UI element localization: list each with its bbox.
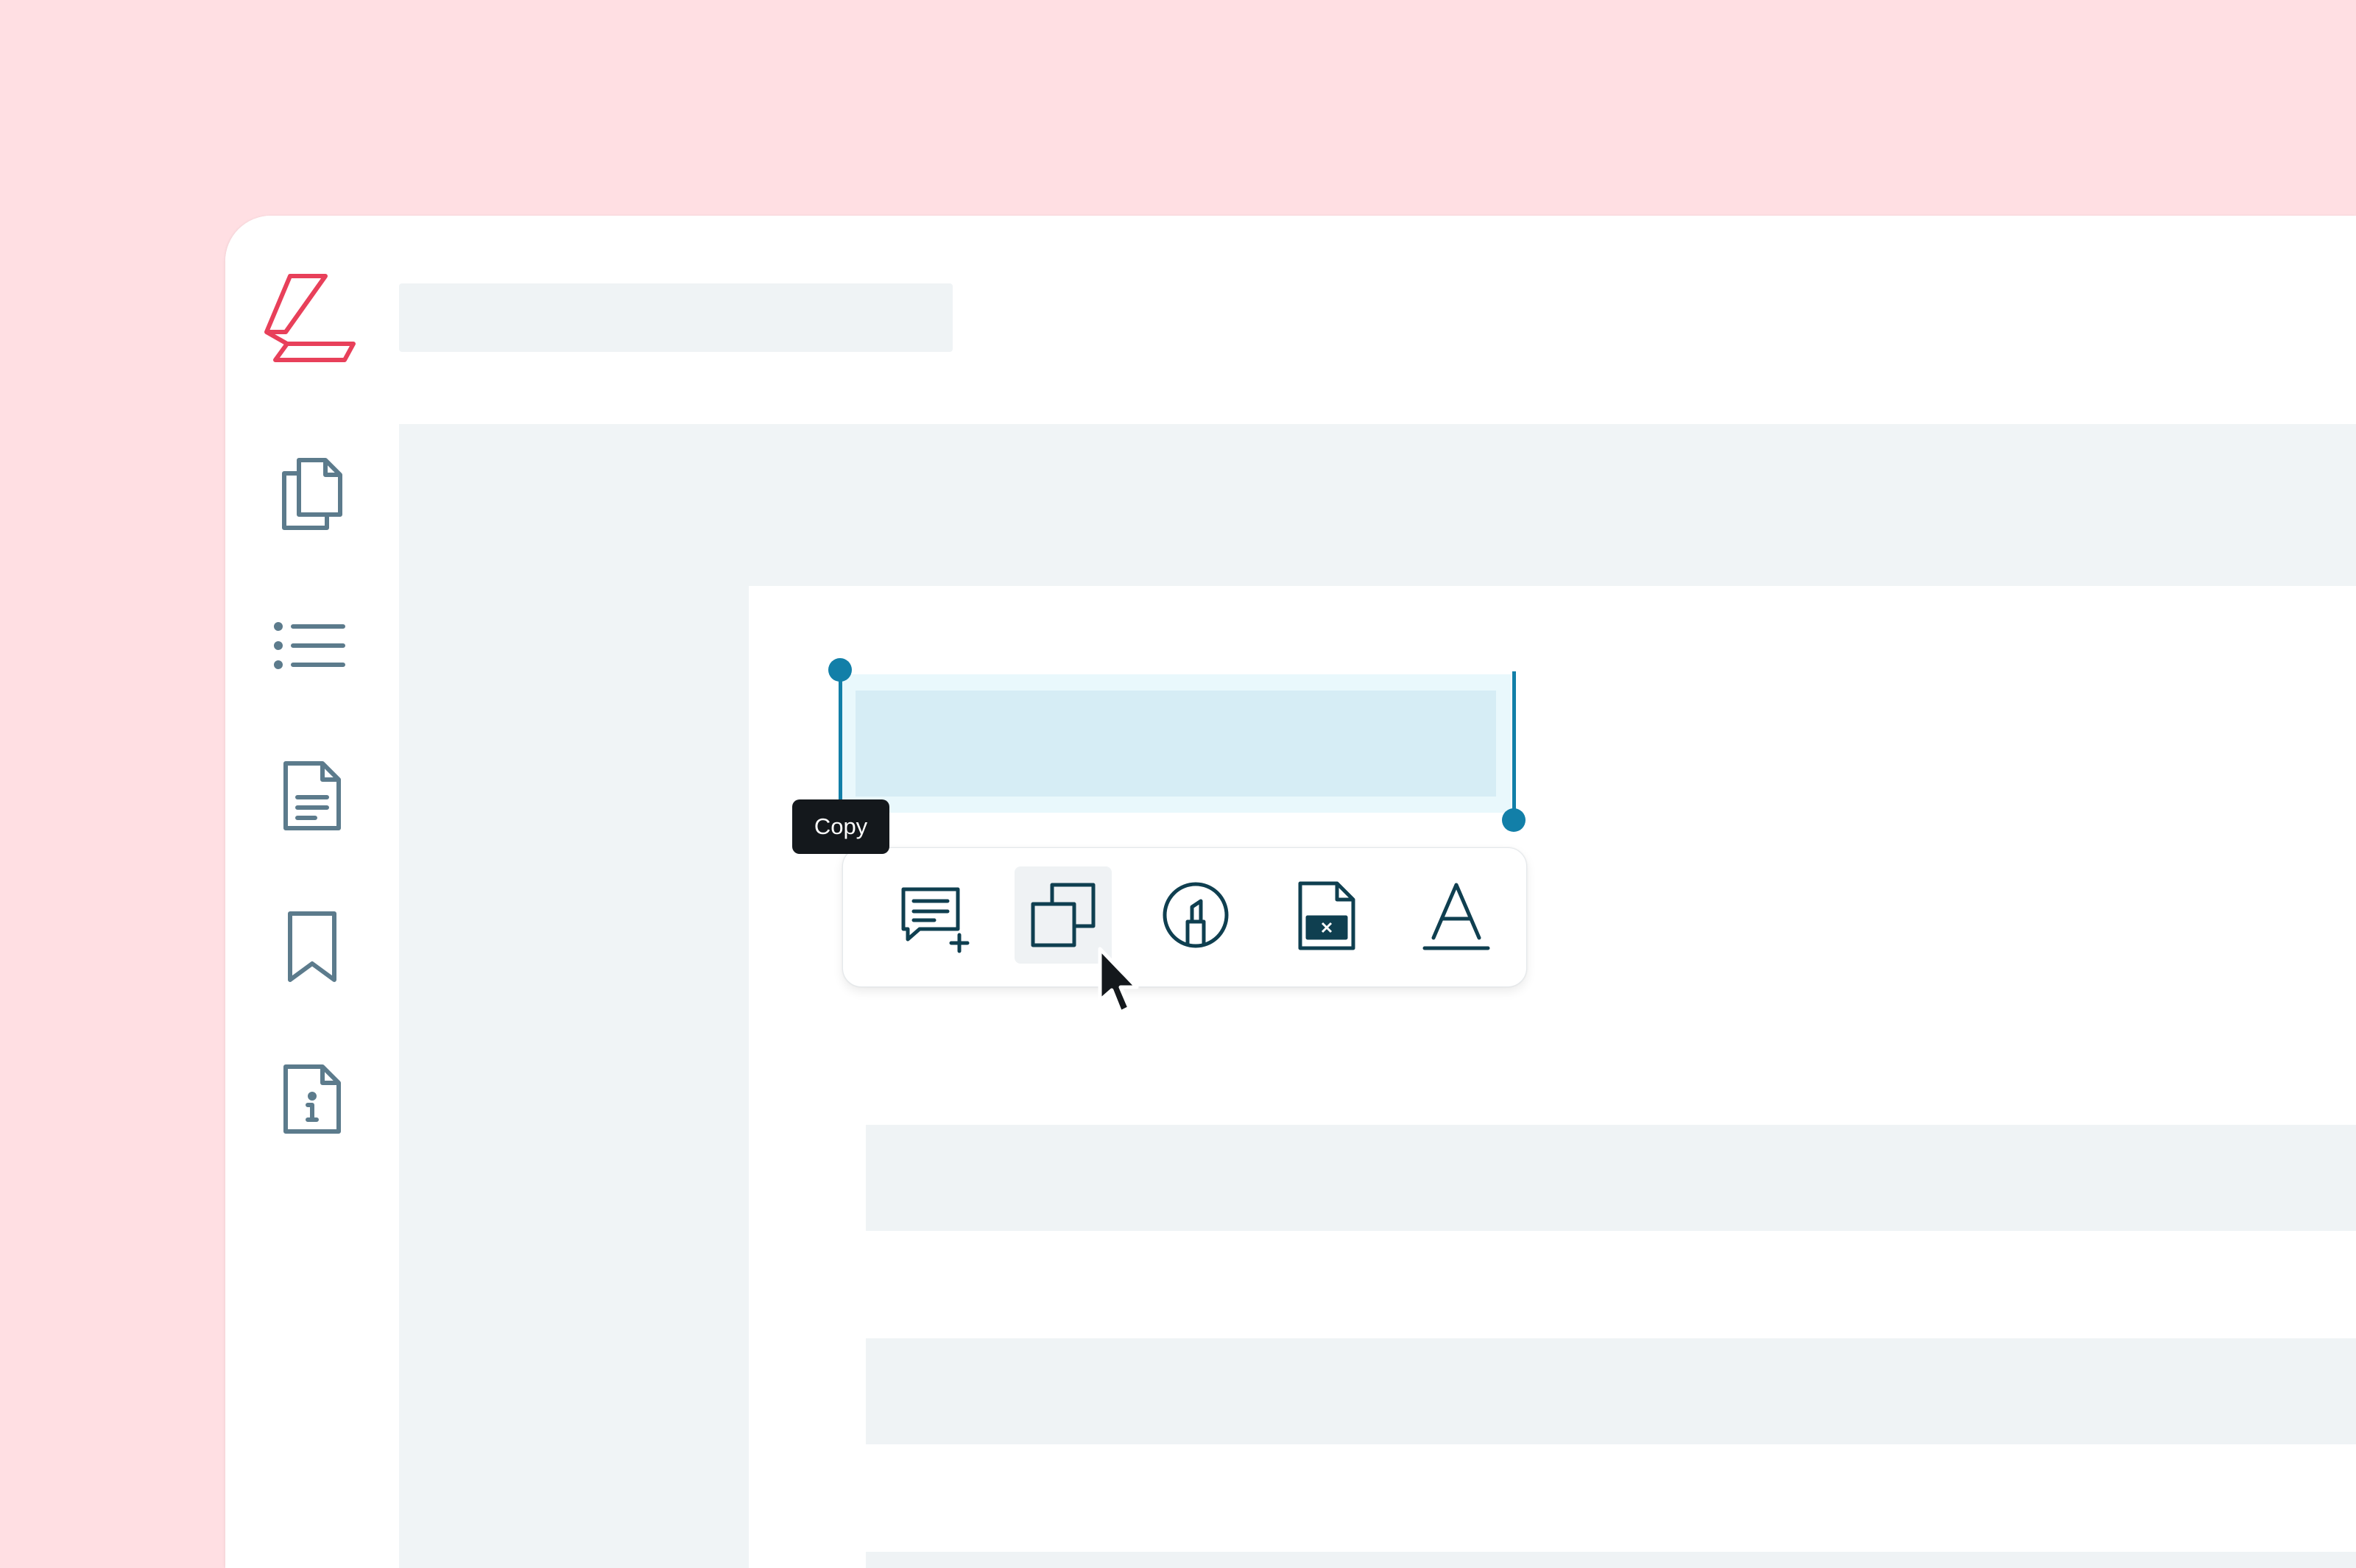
text-line-placeholder bbox=[866, 1125, 2356, 1231]
document-title-placeholder bbox=[399, 283, 953, 352]
add-comment-icon bbox=[901, 887, 970, 953]
list-icon bbox=[274, 622, 345, 669]
document-icon bbox=[283, 761, 341, 830]
selection-end-handle[interactable] bbox=[1502, 808, 1526, 832]
sidebar bbox=[225, 429, 399, 1568]
copy-icon bbox=[1031, 883, 1096, 947]
text-underline-icon bbox=[1422, 883, 1490, 950]
underline-button[interactable] bbox=[1408, 866, 1505, 964]
redact-file-icon bbox=[1298, 881, 1355, 950]
text-line-placeholder bbox=[866, 1338, 2356, 1444]
selected-text-placeholder bbox=[856, 691, 1496, 797]
top-bar bbox=[225, 216, 2356, 424]
sidebar-item-info[interactable] bbox=[269, 1056, 355, 1142]
highlighter-icon bbox=[1163, 882, 1229, 948]
mouse-cursor-icon bbox=[1098, 947, 1139, 1014]
highlight-button[interactable] bbox=[1147, 866, 1244, 964]
text-selection[interactable] bbox=[841, 674, 1511, 813]
text-line-placeholder bbox=[866, 1552, 2356, 1568]
selection-end-caret bbox=[1512, 671, 1516, 811]
sidebar-item-document[interactable] bbox=[269, 753, 355, 838]
redact-button[interactable] bbox=[1277, 866, 1375, 964]
sidebar-item-pages[interactable] bbox=[269, 451, 355, 537]
add-comment-button[interactable] bbox=[884, 866, 981, 964]
document-info-icon bbox=[283, 1064, 341, 1134]
selection-start-caret bbox=[839, 674, 842, 814]
stacked-l-logo-icon[interactable] bbox=[264, 273, 356, 363]
bookmark-icon bbox=[288, 911, 336, 982]
sidebar-item-bookmarks[interactable] bbox=[269, 905, 355, 990]
sidebar-item-outline[interactable] bbox=[269, 603, 355, 688]
selection-start-handle[interactable] bbox=[828, 658, 852, 682]
pages-icon bbox=[282, 458, 342, 530]
selection-toolbar bbox=[842, 847, 1527, 987]
copy-tooltip: Copy bbox=[792, 799, 889, 854]
